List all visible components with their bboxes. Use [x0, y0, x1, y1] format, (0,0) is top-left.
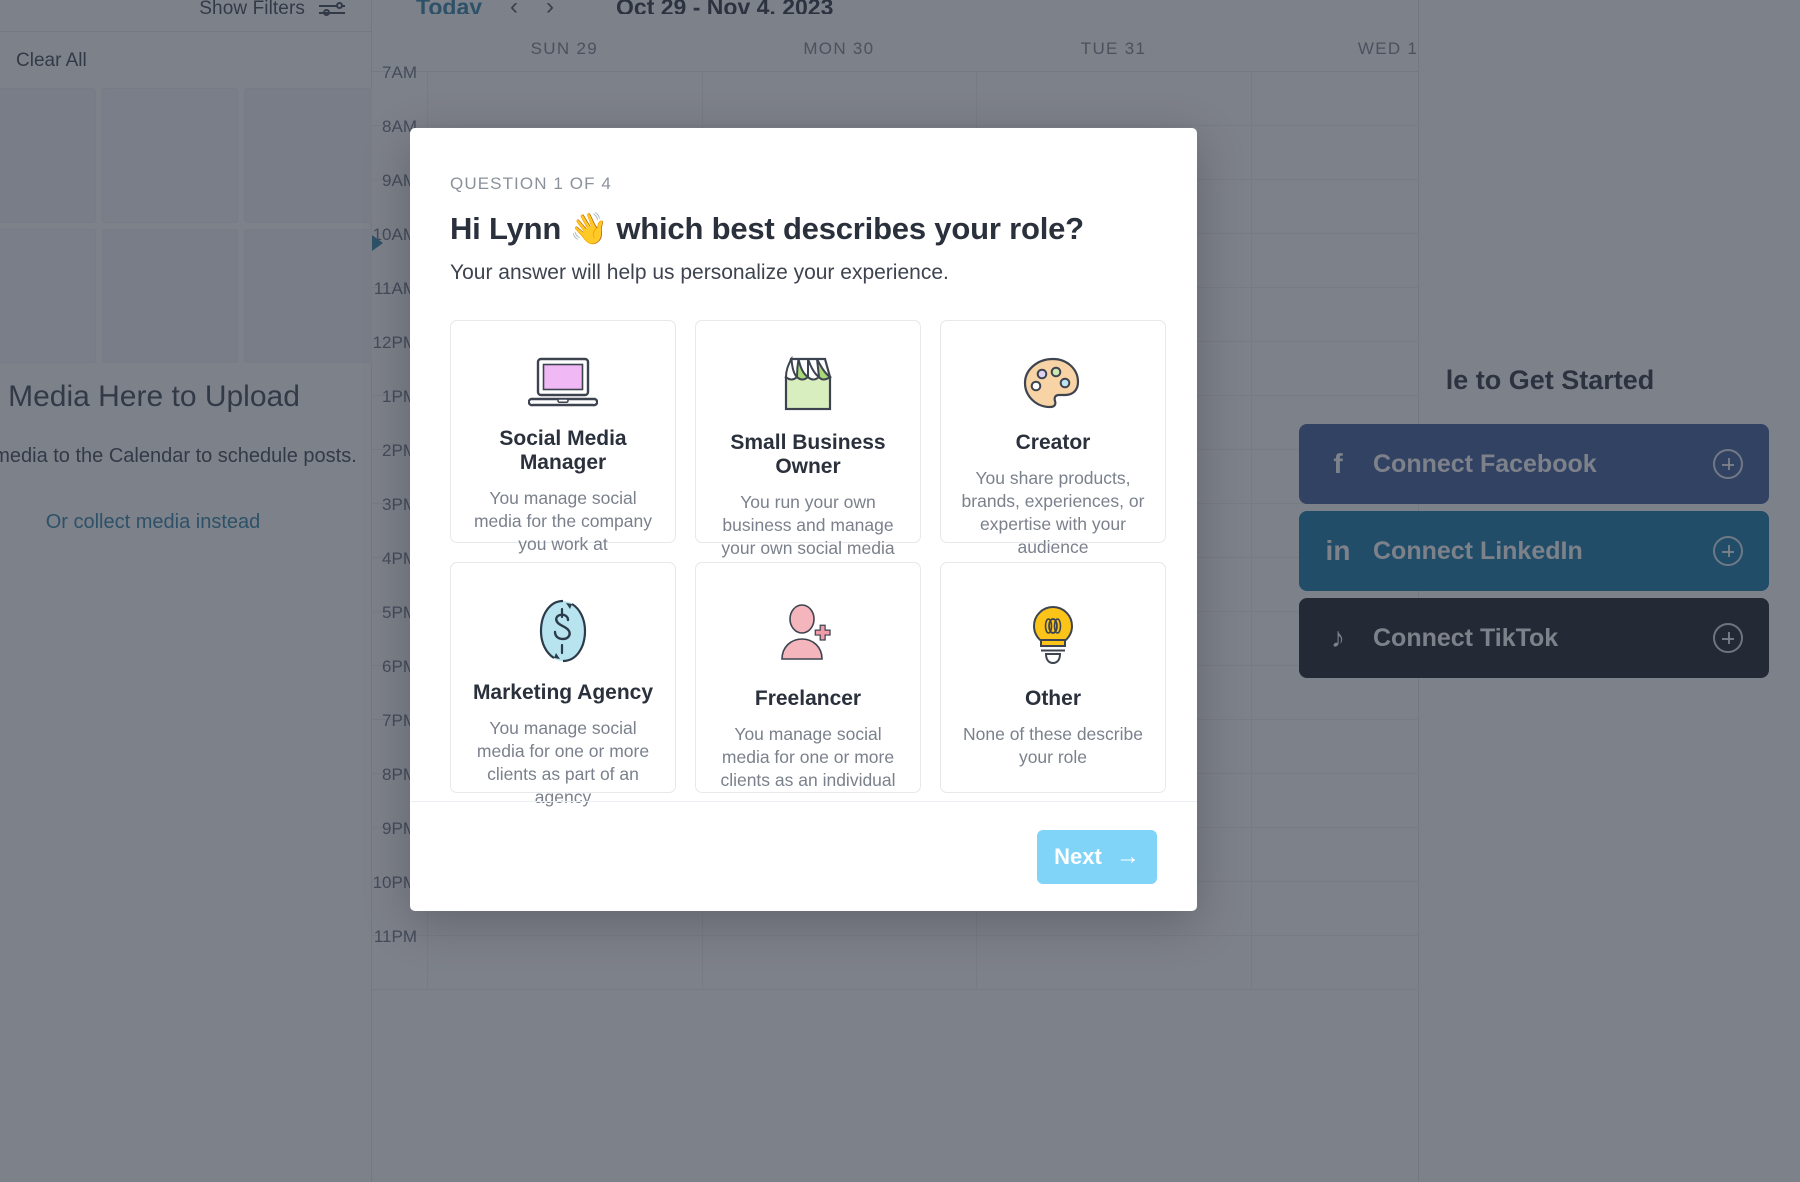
- question-step-label: QUESTION 1 OF 4: [450, 174, 612, 193]
- role-option-creator[interactable]: Creator You share products, brands, expe…: [940, 320, 1166, 557]
- role-option-title: Freelancer: [754, 687, 862, 710]
- role-option-other[interactable]: Other None of these describe your role: [940, 562, 1166, 793]
- role-option-title: Creator: [1015, 431, 1091, 454]
- role-option-desc: You manage social media for one or more …: [720, 724, 896, 790]
- lightbulb-icon: [1026, 597, 1080, 671]
- onboarding-role-modal: QUESTION 1 OF 4 Hi Lynn 👋 which best des…: [410, 128, 1197, 911]
- role-option-title: Small Business Owner: [730, 431, 886, 478]
- laptop-icon: [528, 355, 598, 411]
- next-button-label: Next: [1054, 843, 1102, 869]
- role-option-desc: You run your own business and manage you…: [721, 492, 895, 558]
- role-option-social-media-manager[interactable]: Social Media Manager You manage social m…: [450, 320, 676, 554]
- role-option-desc: You manage social media for the company …: [473, 488, 652, 554]
- role-option-desc: You share products, brands, experiences,…: [961, 468, 1145, 557]
- dollar-cycle-icon: [534, 597, 592, 665]
- question-subtitle: Your answer will help us personalize you…: [450, 261, 949, 284]
- arrow-right-icon: →: [1115, 842, 1140, 870]
- question-title: Hi Lynn 👋 which best describes your role…: [450, 211, 1084, 246]
- storefront-icon: [777, 355, 839, 415]
- role-option-small-business-owner[interactable]: Small Business Owner You run your own bu…: [695, 320, 921, 558]
- role-option-title: Social Media Manager: [499, 427, 627, 474]
- role-option-desc: None of these describe your role: [963, 724, 1143, 767]
- role-option-freelancer[interactable]: Freelancer You manage social media for o…: [695, 562, 921, 793]
- role-option-desc: You manage social media for one or more …: [476, 718, 650, 807]
- role-option-marketing-agency[interactable]: Marketing Agency You manage social media…: [450, 562, 676, 807]
- role-option-grid: Social Media Manager You manage social m…: [450, 320, 1166, 807]
- modal-body: QUESTION 1 OF 4 Hi Lynn 👋 which best des…: [410, 128, 1197, 807]
- modal-footer: Next →: [410, 801, 1197, 911]
- role-option-title: Marketing Agency: [472, 681, 654, 704]
- person-plus-icon: [776, 597, 840, 671]
- role-option-title: Other: [1024, 687, 1081, 710]
- next-button[interactable]: Next →: [1037, 829, 1157, 884]
- palette-icon: [1020, 355, 1086, 415]
